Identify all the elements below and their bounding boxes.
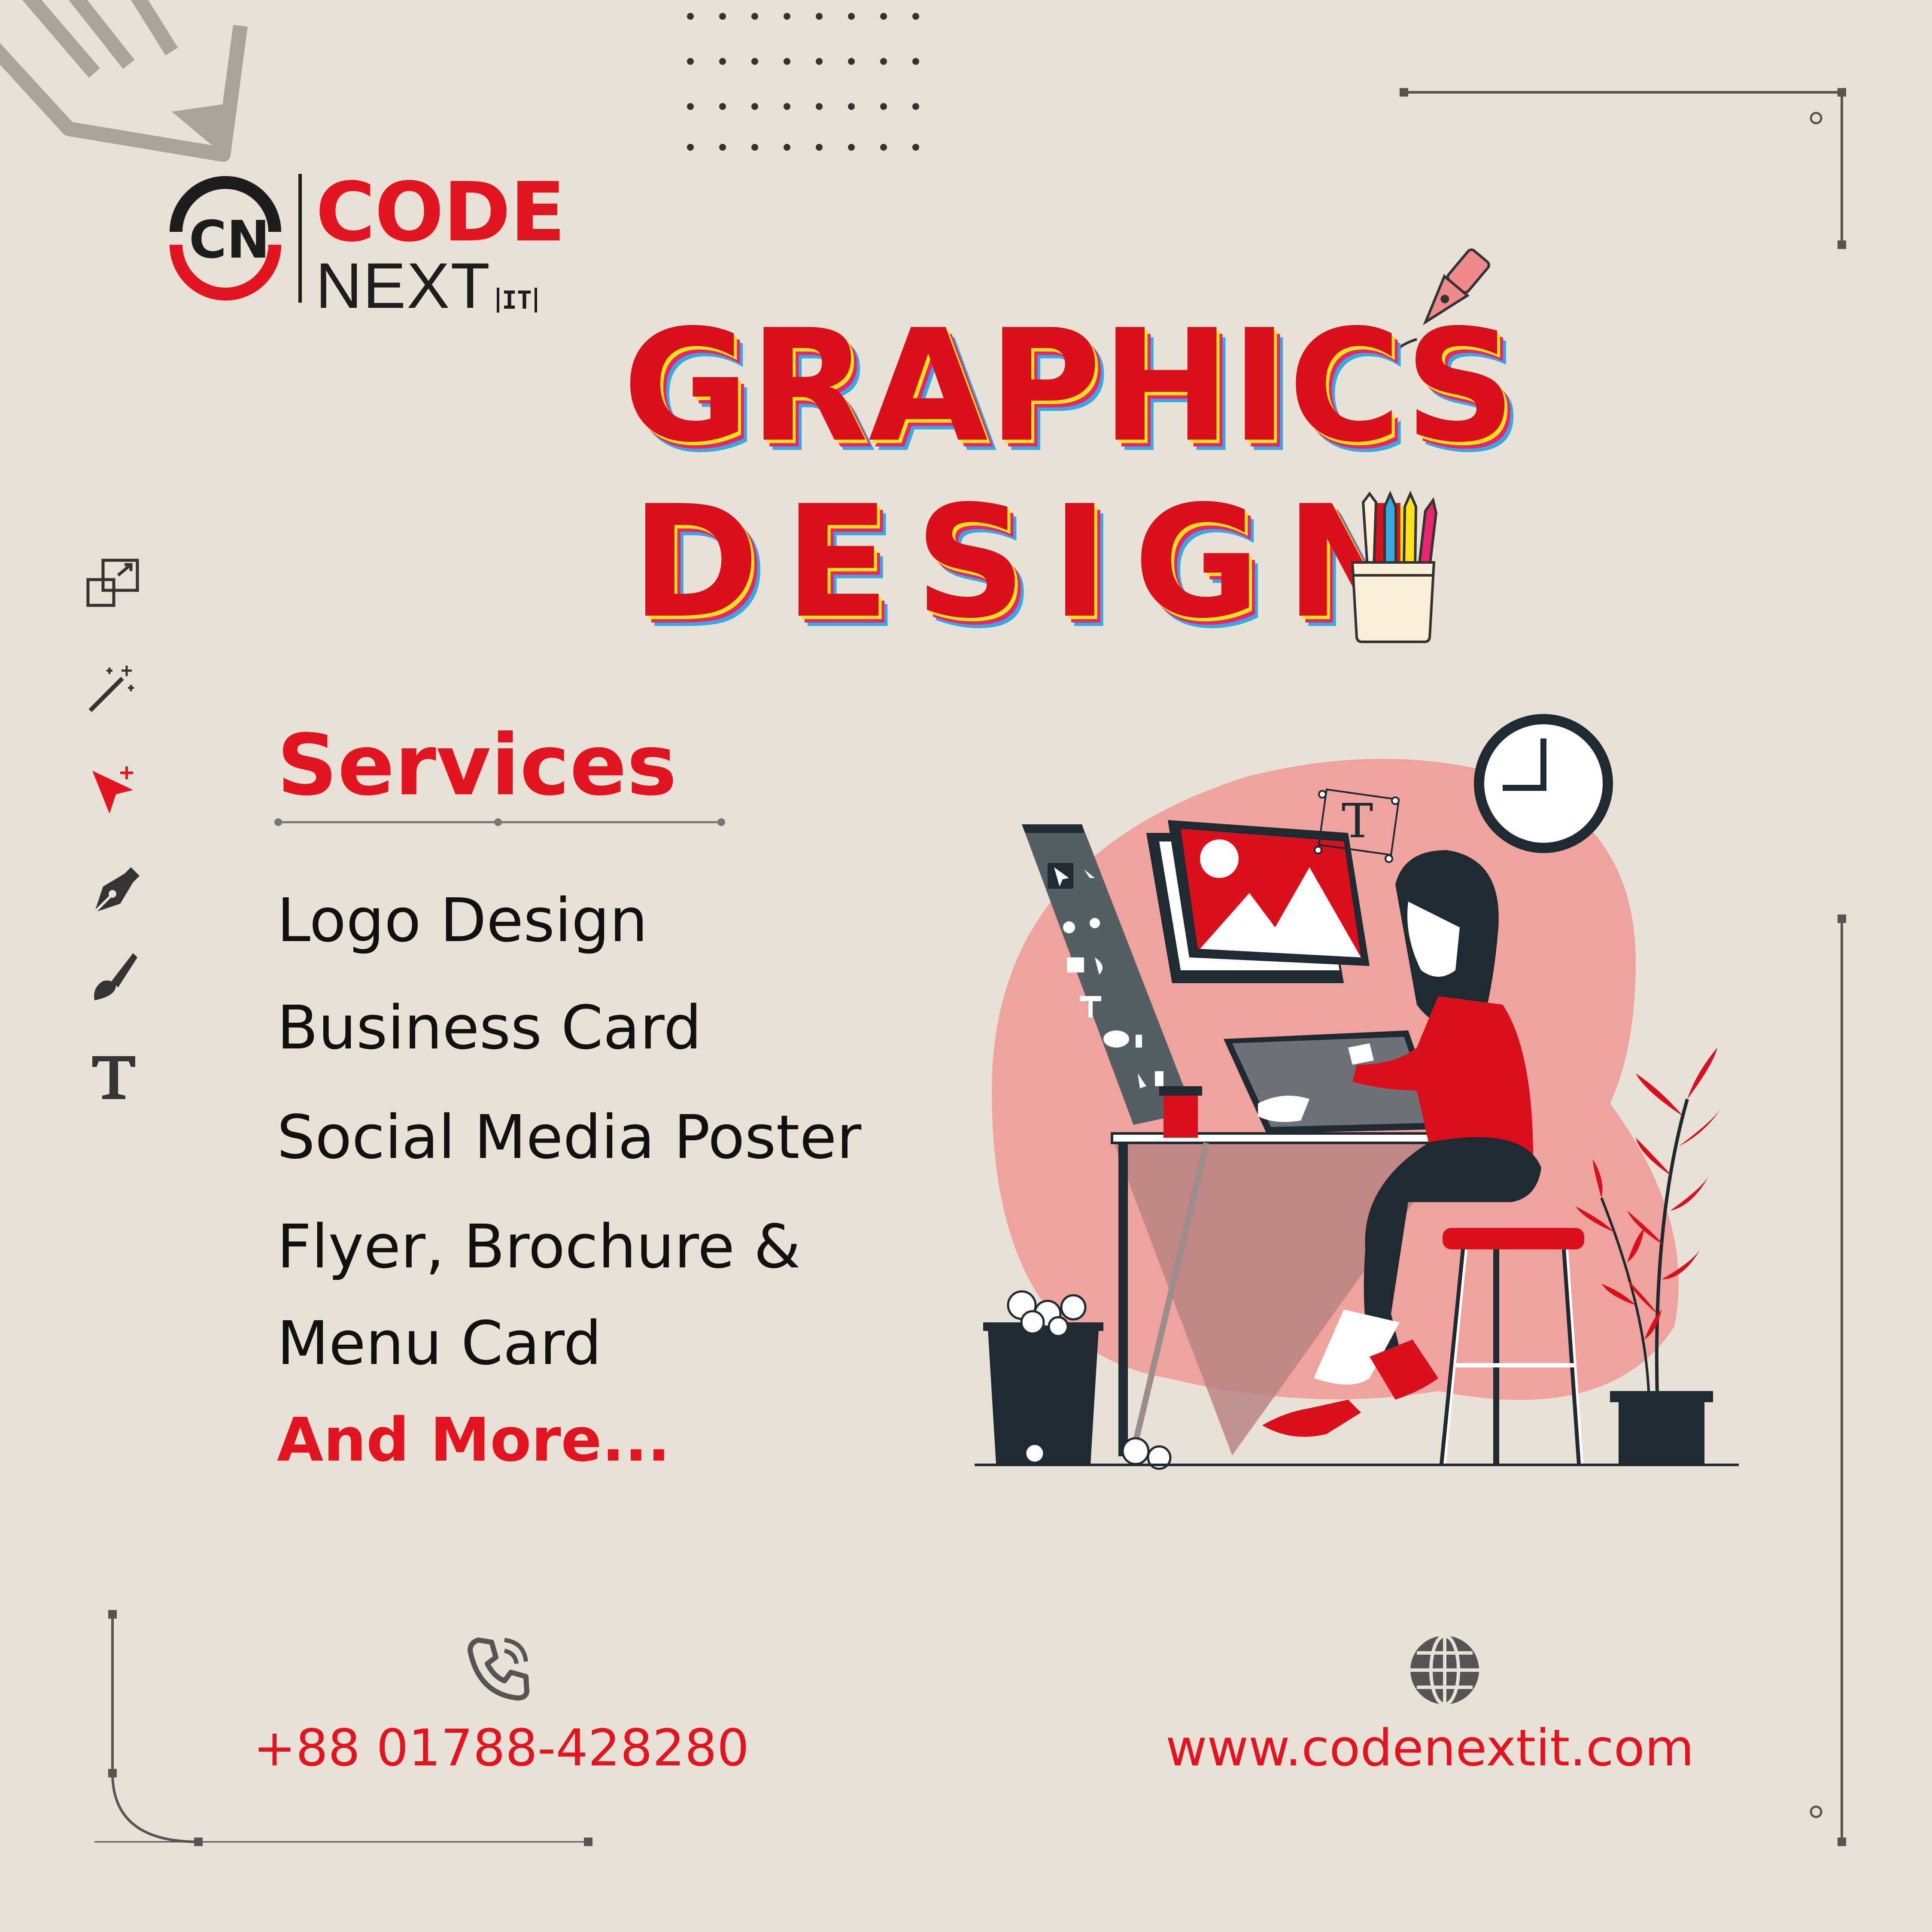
- svg-text:T: T: [1342, 793, 1373, 848]
- services-more: And More...: [277, 1405, 671, 1475]
- brand-name-bottom-row: NEXT IT: [316, 253, 537, 318]
- pencil-cup-icon: [1351, 490, 1438, 643]
- resize-icon: [86, 559, 139, 607]
- brand-name-top: CODE: [316, 165, 565, 260]
- pen-tool-icon: [93, 867, 140, 914]
- website-link[interactable]: www.codenextit.com: [1166, 1722, 1694, 1773]
- headline-line2: DESIGN: [631, 472, 1440, 652]
- poster: CN CODE NEXT IT GRAPHICS DESIGN Services…: [0, 0, 1932, 1932]
- clock-icon: [1474, 714, 1613, 853]
- brand-name-bottom: NEXT: [316, 249, 491, 322]
- phone-icon: [468, 1637, 529, 1701]
- brand-name-suffix: IT: [497, 288, 537, 313]
- phone-number[interactable]: +88 01788-428280: [253, 1722, 749, 1773]
- cursor-add-icon: [92, 766, 133, 814]
- headline-line1: GRAPHICS: [623, 296, 1516, 476]
- brush-icon: [94, 953, 137, 1000]
- globe-icon: [1410, 1634, 1479, 1706]
- text-tool-icon: [92, 1056, 135, 1099]
- monogram-text: CN: [189, 210, 270, 270]
- coffee-cup: [1163, 1091, 1198, 1138]
- designer-illustration: T: [975, 714, 1739, 1470]
- corner-frame-right: [1810, 914, 1846, 1846]
- service-item: Business Card: [277, 993, 702, 1063]
- corner-frame-top-right: [1400, 88, 1846, 249]
- services-title: Services: [277, 717, 677, 814]
- logo-divider: [298, 174, 302, 303]
- pencil-decoration-icon: [0, 0, 248, 162]
- services-underline: [274, 818, 725, 826]
- dot-grid: [687, 13, 945, 155]
- brand-logo-mark-icon: CN: [170, 176, 281, 301]
- service-item: Social Media Poster: [277, 1103, 862, 1173]
- image-card: [1146, 820, 1370, 983]
- service-item: Flyer, Brochure &: [277, 1212, 801, 1282]
- magic-wand-icon: [88, 665, 134, 712]
- service-item: Logo Design: [277, 886, 648, 956]
- service-item: Menu Card: [277, 1309, 602, 1379]
